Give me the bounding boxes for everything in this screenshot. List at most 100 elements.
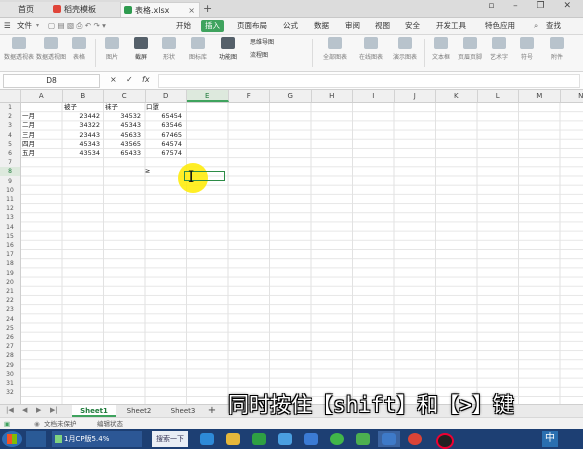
row-header-12[interactable]: 12: [0, 204, 20, 213]
menu-review[interactable]: 审阅: [345, 20, 360, 32]
row-header-8[interactable]: 8: [0, 167, 20, 177]
presentation-charts-button[interactable]: 演示图表: [390, 37, 420, 61]
row-header-9[interactable]: 9: [0, 177, 20, 186]
hamburger-icon[interactable]: ☰: [4, 20, 11, 32]
row-header-6[interactable]: 6: [0, 149, 20, 158]
prev-sheet-arrow-icon[interactable]: ◀: [22, 406, 27, 414]
row-header-21[interactable]: 21: [0, 287, 20, 296]
tab-template[interactable]: 稻壳模板: [50, 2, 120, 17]
row-header-16[interactable]: 16: [0, 241, 20, 250]
performance-monitor[interactable]: 1月CP版5.4%: [52, 431, 142, 447]
search-icon[interactable]: ⌕: [534, 20, 538, 32]
store-app[interactable]: [248, 431, 270, 447]
row-header-1[interactable]: 1: [0, 103, 20, 112]
fx-icon[interactable]: fx: [142, 75, 150, 84]
row-header-23[interactable]: 23: [0, 305, 20, 314]
start-button[interactable]: [2, 431, 22, 447]
menu-developer[interactable]: 开发工具: [436, 20, 466, 32]
attachment-button[interactable]: 附件: [544, 37, 570, 61]
value-cell[interactable]: 65454: [144, 112, 182, 121]
icon-library-button[interactable]: 图标库: [184, 37, 212, 61]
value-cell[interactable]: 45343: [62, 140, 100, 149]
wps-app[interactable]: [378, 431, 400, 447]
menu-special-apps[interactable]: 特色应用: [485, 20, 515, 32]
row-header-4[interactable]: 4: [0, 131, 20, 140]
taskbar-search[interactable]: 搜索一下: [152, 431, 188, 447]
menu-search[interactable]: 查找: [546, 20, 561, 32]
text-box-button[interactable]: 文本框: [428, 37, 454, 61]
cell-area[interactable]: 被子 袜子 口罩 一月 二月 三月 四月 五月 23442 34532 6545…: [21, 103, 583, 404]
chrome-app[interactable]: [404, 431, 426, 447]
column-header-c[interactable]: C: [104, 90, 146, 102]
menu-formulas[interactable]: 公式: [283, 20, 298, 32]
flowchart-button[interactable]: 流程图: [250, 49, 306, 59]
row-header-3[interactable]: 3: [0, 121, 20, 130]
value-cell[interactable]: 63546: [144, 121, 182, 130]
menu-file[interactable]: 文件: [17, 20, 32, 32]
value-cell[interactable]: 65433: [103, 149, 141, 158]
select-all-corner[interactable]: [0, 90, 21, 102]
header-footer-button[interactable]: 页眉页脚: [456, 37, 484, 61]
column-header-m[interactable]: M: [519, 90, 561, 102]
row-header-18[interactable]: 18: [0, 259, 20, 268]
column-header-f[interactable]: F: [229, 90, 270, 102]
tab-home[interactable]: 首页: [0, 2, 50, 17]
row-header-20[interactable]: 20: [0, 278, 20, 287]
value-cell[interactable]: 67574: [144, 149, 182, 158]
row-header-2[interactable]: 2: [0, 112, 20, 121]
mind-map-button[interactable]: 思维导图: [250, 36, 306, 46]
row-header-10[interactable]: 10: [0, 186, 20, 195]
first-sheet-arrow-icon[interactable]: |◀: [6, 406, 14, 414]
chevron-down-icon[interactable]: ▾: [36, 20, 39, 32]
row-header-28[interactable]: 28: [0, 351, 20, 360]
row-header-30[interactable]: 30: [0, 370, 20, 379]
column-header-a[interactable]: A: [21, 90, 63, 102]
formula-input[interactable]: [158, 74, 580, 88]
value-cell[interactable]: 34532: [103, 112, 141, 121]
value-cell[interactable]: 23443: [62, 131, 100, 140]
value-cell[interactable]: 45343: [103, 121, 141, 130]
menu-data[interactable]: 数据: [314, 20, 329, 32]
month-cell[interactable]: 四月: [22, 140, 35, 149]
ime-indicator[interactable]: 中: [542, 431, 558, 447]
row-header-7[interactable]: 7: [0, 158, 20, 167]
picture-button[interactable]: 图片: [99, 37, 125, 61]
column-header-l[interactable]: L: [478, 90, 519, 102]
all-charts-button[interactable]: 全部图表: [320, 37, 350, 61]
value-cell[interactable]: 23442: [62, 112, 100, 121]
header-cell-quilt[interactable]: 被子: [64, 103, 77, 112]
function-chart-button[interactable]: 功能图: [214, 37, 242, 61]
recorder-app[interactable]: [432, 431, 454, 449]
ie-app[interactable]: [196, 431, 218, 447]
row-header-15[interactable]: 15: [0, 232, 20, 241]
table-button[interactable]: 表格: [68, 37, 90, 61]
symbol-cell-d8[interactable]: ≥: [145, 167, 150, 176]
last-sheet-arrow-icon[interactable]: ▶|: [50, 406, 58, 414]
column-header-i[interactable]: I: [353, 90, 395, 102]
name-box[interactable]: D8: [3, 74, 100, 88]
value-cell[interactable]: 34322: [62, 121, 100, 130]
column-header-g[interactable]: G: [270, 90, 312, 102]
value-cell[interactable]: 64574: [144, 140, 182, 149]
row-header-26[interactable]: 26: [0, 333, 20, 342]
baidu-netdisk-app[interactable]: [274, 431, 296, 447]
pivot-table-button[interactable]: 数据透视表: [4, 37, 34, 61]
menu-start[interactable]: 开始: [176, 20, 191, 32]
window-controls[interactable]: ▫ – ❐ ✕: [488, 1, 579, 11]
column-header-k[interactable]: K: [436, 90, 478, 102]
row-header-27[interactable]: 27: [0, 342, 20, 351]
row-header-13[interactable]: 13: [0, 213, 20, 222]
system-tray[interactable]: 中: [540, 430, 580, 448]
pivot-chart-button[interactable]: 数据透视图: [36, 37, 66, 61]
value-cell[interactable]: 45633: [103, 131, 141, 140]
symbol-button[interactable]: 符号: [514, 37, 540, 61]
tab-spreadsheet[interactable]: 表格.xlsx ×: [120, 2, 200, 17]
sheet-tab-3[interactable]: Sheet3: [162, 405, 204, 417]
column-header-b[interactable]: B: [63, 90, 104, 102]
value-cell[interactable]: 67465: [144, 131, 182, 140]
row-header-31[interactable]: 31: [0, 379, 20, 388]
menu-insert[interactable]: 插入: [201, 20, 224, 32]
row-header-17[interactable]: 17: [0, 250, 20, 259]
value-cell[interactable]: 43534: [62, 149, 100, 158]
shapes-button[interactable]: 形状: [156, 37, 182, 61]
